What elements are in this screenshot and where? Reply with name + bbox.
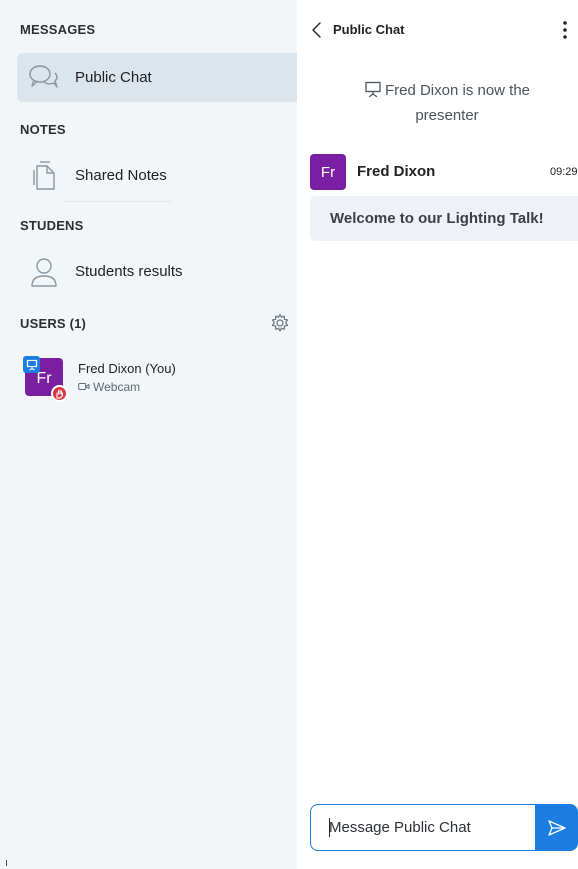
user-status: Webcam: [78, 380, 140, 394]
gear-icon[interactable]: [270, 313, 290, 333]
presentation-icon: [364, 80, 382, 105]
vertical-dots-icon[interactable]: [557, 18, 573, 42]
sidebar-item-label: Shared Notes: [75, 167, 167, 184]
system-message: Fred Dixon is now the presenter: [337, 80, 557, 127]
document-icon: [27, 159, 61, 193]
chat-bubbles-icon: [27, 61, 61, 95]
user-list-item[interactable]: Fr Fred Dixon (You) Webcam: [17, 347, 297, 407]
divider: [6, 860, 7, 866]
message-timestamp: 09:29: [550, 166, 578, 178]
messages-section-title: MESSAGES: [20, 22, 96, 37]
avatar: Fr: [310, 154, 346, 190]
message-input[interactable]: [310, 804, 536, 851]
sidebar-item-label: Public Chat: [75, 69, 152, 86]
chevron-left-icon[interactable]: [309, 20, 325, 40]
chat-panel: Public Chat Fred Dixon is now the presen…: [297, 0, 578, 869]
presentation-icon: [23, 356, 40, 373]
divider: [62, 201, 172, 202]
user-icon: [27, 255, 61, 289]
students-section-title: STUDENS: [20, 218, 84, 233]
notes-section-title: NOTES: [20, 122, 66, 137]
raise-hand-icon: [51, 385, 68, 402]
sidebar: MESSAGES Public Chat NOTES Shared Notes …: [0, 0, 297, 869]
webcam-icon: [78, 380, 90, 394]
sidebar-item-shared-notes[interactable]: Shared Notes: [17, 151, 297, 200]
chat-title: Public Chat: [333, 22, 405, 37]
text-caret: [329, 818, 330, 837]
message-author: Fred Dixon: [357, 163, 436, 180]
users-section-title: USERS (1): [20, 316, 87, 331]
message-composer: [310, 804, 578, 851]
sidebar-item-label: Students results: [75, 263, 183, 280]
user-status-label: Webcam: [93, 380, 141, 394]
sidebar-item-students-results[interactable]: Students results: [17, 247, 297, 296]
send-icon[interactable]: [535, 804, 578, 851]
user-name: Fred Dixon (You): [78, 361, 176, 376]
sidebar-item-public-chat[interactable]: Public Chat: [17, 53, 297, 102]
chat-header: Public Chat: [297, 0, 578, 60]
message-text: Welcome to our Lighting Talk!: [310, 196, 578, 241]
system-message-text: Fred Dixon is now the presenter: [384, 82, 531, 124]
